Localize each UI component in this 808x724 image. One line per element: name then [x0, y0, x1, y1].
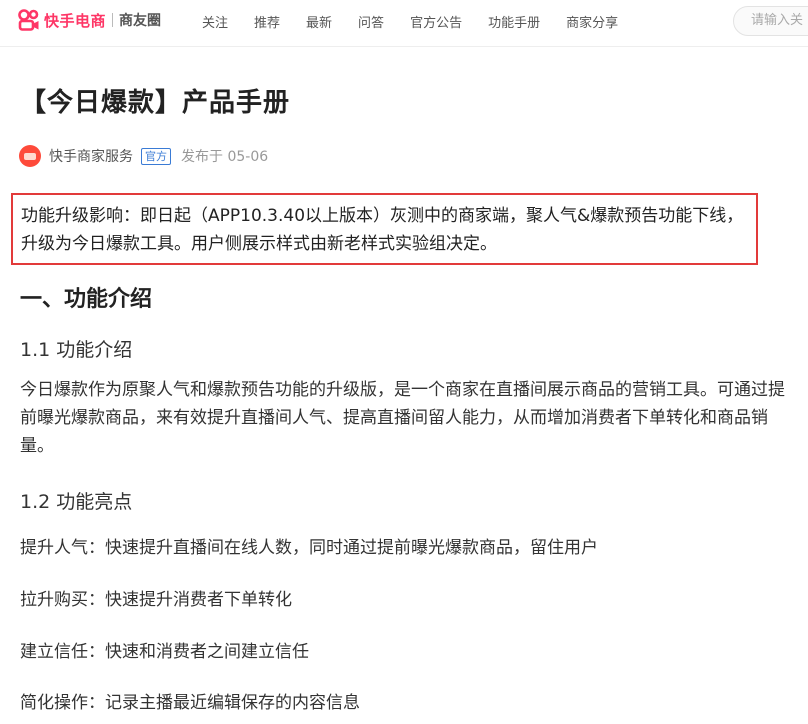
nav-item-announcements[interactable]: 官方公告: [410, 12, 462, 31]
kuaishou-logo-icon: [18, 9, 40, 31]
main-nav: 关注 推荐 最新 问答 官方公告 功能手册 商家分享: [202, 12, 644, 31]
logo-text: 快手电商: [44, 11, 107, 30]
nav-item-follow[interactable]: 关注: [202, 12, 228, 31]
nav-item-merchant-share[interactable]: 商家分享: [566, 12, 618, 31]
highlight-item: 拉升购买：快速提升消费者下单转化: [20, 590, 292, 610]
author-name[interactable]: 快手商家服务: [49, 146, 133, 166]
intro-paragraph: 今日爆款作为原聚人气和爆款预告功能的升级版，是一个商家在直播间展示商品的营销工具…: [20, 380, 785, 456]
highlight-item: 建立信任：快速和消费者之间建立信任: [20, 642, 309, 662]
highlight-item: 提升人气：快速提升直播间在线人数，同时通过提前曝光爆款商品，留住用户: [20, 538, 598, 558]
top-navigation-bar: 快手电商 商友圈 关注 推荐 最新 问答 官方公告 功能手册 商家分享 请输入关: [0, 0, 808, 47]
subsection-heading-highlights: 1.2 功能亮点: [20, 491, 133, 513]
section-heading-intro: 一、功能介绍: [20, 287, 153, 312]
article-meta: 快手商家服务 官方 发布于 05-06: [19, 144, 268, 168]
logo-divider: [112, 13, 114, 27]
nav-item-qa[interactable]: 问答: [358, 12, 384, 31]
upgrade-notice: 功能升级影响：即日起（APP10.3.40以上版本）灰测中的商家端，聚人气&爆款…: [11, 193, 758, 265]
article-title: 【今日爆款】产品手册: [20, 88, 291, 118]
highlight-item: 简化操作：记录主播最近编辑保存的内容信息: [20, 693, 360, 713]
nav-item-latest[interactable]: 最新: [306, 12, 332, 31]
site-logo[interactable]: 快手电商 商友圈: [18, 8, 161, 32]
official-badge: 官方: [141, 147, 171, 165]
subsection-heading-intro: 1.1 功能介绍: [20, 339, 133, 361]
nav-item-recommend[interactable]: 推荐: [254, 12, 280, 31]
logo-subtitle: 商友圈: [119, 13, 162, 29]
search-input[interactable]: 请输入关: [733, 6, 808, 36]
publish-date: 发布于 05-06: [181, 149, 269, 165]
author-avatar-icon[interactable]: [19, 145, 41, 167]
nav-item-manual[interactable]: 功能手册: [488, 12, 540, 31]
